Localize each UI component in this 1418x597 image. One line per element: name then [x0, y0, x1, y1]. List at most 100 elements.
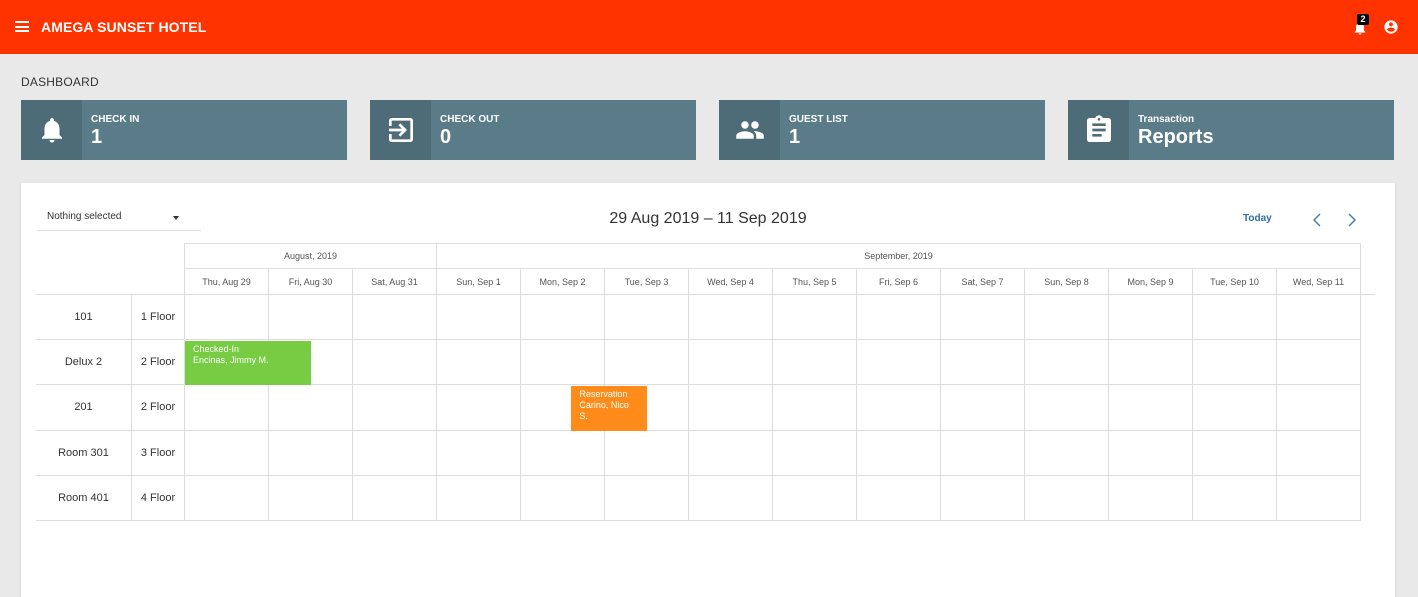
chevron-left-icon[interactable] [1312, 213, 1322, 227]
schedule-cell[interactable] [605, 295, 689, 341]
schedule-cell[interactable] [941, 430, 1025, 476]
schedule-cell[interactable] [353, 475, 437, 521]
schedule-cell[interactable] [185, 295, 269, 341]
schedule-cell[interactable] [941, 475, 1025, 521]
schedule-cell[interactable] [185, 385, 269, 431]
notification-count-badge: 2 [1357, 14, 1369, 25]
schedule-cell[interactable] [1277, 430, 1361, 476]
people-icon [735, 121, 764, 139]
schedule-cell[interactable] [1277, 385, 1361, 431]
app-title: AMEGA SUNSET HOTEL [41, 19, 207, 35]
schedule-cell[interactable] [941, 340, 1025, 386]
schedule-cell[interactable] [437, 340, 521, 386]
day-header: Sun, Sep 8 [1025, 269, 1109, 295]
schedule-cell[interactable] [1025, 340, 1109, 386]
room-floor: 1 Floor [132, 295, 185, 341]
schedule-cell[interactable] [1277, 295, 1361, 341]
schedule-cell[interactable] [353, 295, 437, 341]
schedule-cell[interactable] [1193, 340, 1277, 386]
menu-icon[interactable] [15, 21, 29, 32]
schedule-cell[interactable] [437, 430, 521, 476]
schedule-cell[interactable] [605, 430, 689, 476]
schedule-cell[interactable] [353, 385, 437, 431]
schedule-cell[interactable] [1109, 385, 1193, 431]
schedule-cell[interactable] [941, 295, 1025, 341]
schedule-cell[interactable] [857, 340, 941, 386]
room-name: Delux 2 [36, 340, 132, 386]
schedule-cell[interactable] [1109, 295, 1193, 341]
booking-event[interactable]: Reservation Carino, Nico S. [571, 386, 647, 431]
schedule-cell[interactable] [1109, 430, 1193, 476]
schedule-cell[interactable] [1025, 430, 1109, 476]
day-header: Thu, Sep 5 [773, 269, 857, 295]
schedule-cell[interactable] [521, 295, 605, 341]
schedule-cell[interactable] [773, 475, 857, 521]
schedule-cell[interactable] [269, 430, 353, 476]
schedule-cell[interactable] [1109, 475, 1193, 521]
account-icon[interactable] [1383, 19, 1399, 35]
schedule-cell[interactable] [773, 295, 857, 341]
schedule-cell[interactable] [353, 430, 437, 476]
schedule-cell[interactable] [521, 340, 605, 386]
date-range-title: 29 Aug 2019 – 11 Sep 2019 [609, 210, 807, 227]
schedule-cell[interactable] [521, 475, 605, 521]
clipboard-icon [1086, 115, 1111, 142]
room-filter-select[interactable]: Nothing selected [37, 205, 201, 231]
schedule-cell[interactable] [437, 385, 521, 431]
today-button[interactable]: Today [1243, 213, 1272, 224]
day-header: Wed, Sep 4 [689, 269, 773, 295]
schedule-cell[interactable] [1025, 385, 1109, 431]
schedule-cell[interactable] [269, 385, 353, 431]
schedule-cell[interactable] [269, 295, 353, 341]
day-header: Sun, Sep 1 [437, 269, 521, 295]
schedule-cell[interactable] [773, 385, 857, 431]
booking-event[interactable]: Checked-In Encinas, Jimmy M. [185, 341, 311, 386]
schedule-cell[interactable] [521, 430, 605, 476]
schedule-cell[interactable] [437, 295, 521, 341]
schedule-cell[interactable] [605, 340, 689, 386]
room-name: 101 [36, 295, 132, 341]
transaction-reports-card[interactable]: Transaction Reports [1068, 100, 1394, 160]
schedule-cell[interactable] [1277, 340, 1361, 386]
schedule-cell[interactable] [857, 295, 941, 341]
booking-guest: Encinas, Jimmy M. [193, 355, 269, 366]
schedule-cell[interactable] [353, 340, 437, 386]
card-label: CHECK OUT [440, 114, 500, 125]
schedule-cell[interactable] [941, 385, 1025, 431]
schedule-cell[interactable] [1025, 295, 1109, 341]
bell-icon [41, 118, 62, 143]
schedule-cell[interactable] [1193, 295, 1277, 341]
schedule-cell[interactable] [1025, 475, 1109, 521]
day-header: Fri, Aug 30 [269, 269, 353, 295]
schedule-cell[interactable] [1193, 385, 1277, 431]
schedule-cell[interactable] [773, 340, 857, 386]
check-in-card[interactable]: CHECK IN 1 [21, 100, 347, 160]
scheduler-panel: Nothing selected 29 Aug 2019 – 11 Sep 20… [21, 183, 1395, 597]
schedule-cell[interactable] [1193, 430, 1277, 476]
month-header: August, 2019 [185, 243, 437, 269]
guest-list-card[interactable]: GUEST LIST 1 [719, 100, 1045, 160]
schedule-cell[interactable] [689, 475, 773, 521]
day-header: Tue, Sep 3 [605, 269, 689, 295]
schedule-cell[interactable] [689, 385, 773, 431]
check-out-card[interactable]: CHECK OUT 0 [370, 100, 696, 160]
schedule-cell[interactable] [689, 295, 773, 341]
schedule-cell[interactable] [605, 475, 689, 521]
schedule-cell[interactable] [857, 430, 941, 476]
schedule-cell[interactable] [689, 340, 773, 386]
booking-status: Reservation [579, 389, 628, 400]
schedule-cell[interactable] [185, 430, 269, 476]
schedule-cell[interactable] [857, 475, 941, 521]
schedule-cell[interactable] [269, 475, 353, 521]
schedule-cell[interactable] [437, 475, 521, 521]
room-name: Room 301 [36, 430, 132, 476]
schedule-cell[interactable] [1109, 340, 1193, 386]
schedule-cell[interactable] [773, 430, 857, 476]
schedule-cell[interactable] [857, 385, 941, 431]
card-label: GUEST LIST [789, 114, 848, 125]
schedule-cell[interactable] [689, 430, 773, 476]
schedule-cell[interactable] [185, 475, 269, 521]
schedule-cell[interactable] [1277, 475, 1361, 521]
schedule-cell[interactable] [1193, 475, 1277, 521]
chevron-right-icon[interactable] [1347, 213, 1357, 227]
